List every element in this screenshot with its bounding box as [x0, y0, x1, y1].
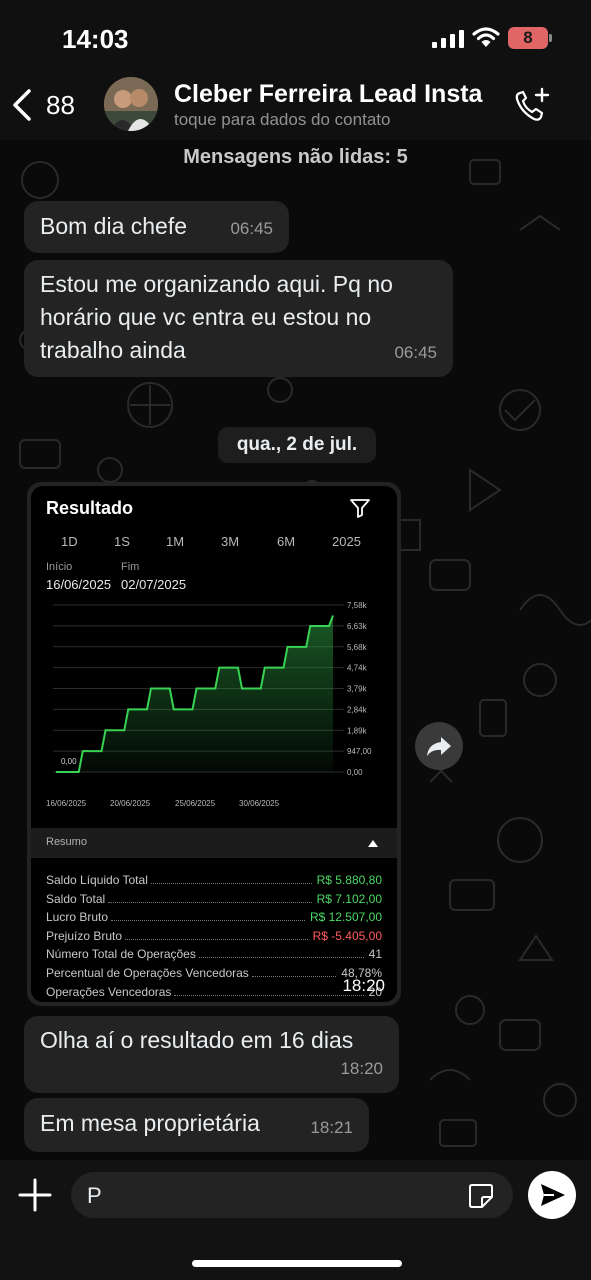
chart-y-tick-label: 7,58k: [347, 601, 368, 610]
chart-x-tick-label: 16/06/2025: [46, 799, 87, 808]
chart-y-tick-label: 3,79k: [347, 685, 368, 694]
message-text: Estou me organizando aqui. Pq no horário…: [40, 271, 393, 363]
message-time: 06:45: [394, 343, 437, 362]
caret-up-icon: [368, 840, 378, 847]
unread-chats-count[interactable]: 88: [46, 90, 75, 121]
battery-cap: [549, 34, 552, 42]
message-input[interactable]: P: [71, 1172, 513, 1218]
chart-start-annotation: 0,00: [61, 757, 77, 766]
period-1m: 1M: [166, 534, 185, 549]
summary-row-label: Número Total de Operações: [46, 947, 196, 962]
summary-row-leader: [252, 976, 336, 977]
back-chevron-icon[interactable]: [10, 88, 34, 122]
message-text: Olha aí o resultado em 16 dias: [40, 1027, 354, 1053]
chart-y-tick-label: 5,68k: [347, 643, 368, 652]
contact-name[interactable]: Cleber Ferreira Lead Insta: [174, 80, 482, 109]
message-bubble[interactable]: Em mesa proprietária 18:21: [24, 1098, 369, 1152]
avatar[interactable]: [104, 77, 158, 131]
summary-row-label: Saldo Líquido Total: [46, 873, 148, 887]
chart-x-tick-label: 25/06/2025: [175, 799, 216, 808]
clock: 14:03: [62, 24, 129, 54]
summary-row-value: 41: [368, 947, 382, 962]
summary-header[interactable]: Resumo: [31, 828, 397, 858]
message-time: 18:20: [340, 1059, 383, 1078]
period-2025: 2025: [332, 534, 361, 549]
chart-y-tick-label: 947,00: [347, 747, 372, 756]
summary-row-value: R$ 12.507,00: [309, 910, 382, 925]
period-1d: 1D: [61, 534, 78, 549]
start-label: Início: [46, 561, 73, 573]
unread-messages-divider: Mensagens não lidas: 5: [183, 146, 408, 168]
balance-chart: 7,58k 6,63k 5,68k 4,74k 3,79k 2,84k 1,89k 947,0…: [46, 601, 372, 808]
message-input-value: P: [87, 1183, 102, 1208]
result-title: Resultado: [46, 498, 134, 518]
send-icon: [541, 1184, 565, 1206]
summary-row: Saldo Líquido Total R$ 5.880,80: [46, 873, 382, 891]
contact-subtitle[interactable]: toque para dados do contato: [174, 110, 390, 130]
chart-y-tick-label: 6,63k: [347, 622, 368, 631]
summary-row: Prejuízo Bruto R$ -5.405,00: [46, 929, 382, 947]
summary-row-label: Lucro Bruto: [46, 910, 109, 925]
period-6m: 6M: [277, 534, 296, 549]
summary-row-leader: [108, 901, 312, 903]
forward-button[interactable]: [415, 722, 463, 770]
attach-plus-icon[interactable]: [18, 1178, 52, 1212]
summary-row-leader: [111, 920, 305, 922]
chart-y-tick-label: 4,74k: [347, 664, 368, 673]
avatar-photo: [104, 77, 158, 131]
forward-icon: [427, 737, 451, 756]
send-button[interactable]: [528, 1171, 576, 1219]
period-3m: 3M: [221, 534, 240, 549]
end-date: 02/07/2025: [121, 577, 187, 592]
chart-y-tick-label: 2,84k: [347, 705, 368, 714]
result-screenshot[interactable]: Resultado 1D 1S 1M 3M 6M 2025 Início 16/…: [31, 486, 397, 1002]
summary-row-leader: [174, 994, 364, 996]
status-bar: 14:03 8: [0, 0, 591, 78]
summary-row: Saldo Total R$ 7.102,00: [46, 892, 382, 910]
add-call-icon[interactable]: [512, 86, 552, 124]
chart-x-tick-label: 30/06/2025: [239, 799, 280, 808]
summary-row-leader: [125, 938, 308, 940]
summary-row-value: R$ -5.405,00: [312, 928, 382, 943]
chart-x-tick-label: 20/06/2025: [110, 799, 151, 808]
message-text: Em mesa proprietária: [40, 1110, 260, 1136]
filter-icon: [350, 499, 370, 518]
home-indicator: [192, 1260, 402, 1267]
message-bubble[interactable]: Estou me organizando aqui. Pq no horário…: [24, 260, 453, 377]
summary-row-leader: [199, 957, 364, 959]
message-time: 06:45: [230, 219, 273, 238]
message-composer: P: [0, 1160, 591, 1280]
chat-header: 88 Cleber Ferreira Lead Insta toque para…: [0, 70, 591, 140]
message-bubble[interactable]: Olha aí o resultado em 16 dias 18:20: [24, 1016, 399, 1093]
image-message[interactable]: Resultado 1D 1S 1M 3M 6M 2025 Início 16/…: [27, 482, 401, 1006]
date-divider: qua., 2 de jul.: [218, 427, 376, 463]
battery-indicator: 8: [508, 27, 548, 49]
end-label: Fim: [121, 561, 140, 573]
summary-row-label: Percentual de Operações Vencedoras: [46, 966, 249, 980]
message-text: Bom dia chefe: [40, 213, 188, 239]
summary-row-value: R$ 7.102,00: [316, 891, 382, 906]
chart-y-tick-label: 1,89k: [347, 726, 368, 735]
chart-y-tick-label: 0,00: [347, 768, 363, 777]
summary-row-value: R$ 5.880,80: [316, 873, 382, 887]
summary-row: Percentual de Operações Vencedoras 48,78%: [46, 966, 382, 984]
summary-row: Lucro Bruto R$ 12.507,00: [46, 910, 382, 928]
message-bubble[interactable]: Bom dia chefe 06:45: [24, 201, 289, 253]
image-time: 18:20: [342, 976, 385, 995]
summary-row: Operações Vencedoras 20: [46, 985, 382, 1002]
signal-icon: [432, 30, 464, 48]
message-time: 18:21: [310, 1118, 353, 1137]
period-1s: 1S: [114, 534, 130, 549]
summary-row-label: Prejuízo Bruto: [46, 928, 123, 943]
chat-area[interactable]: Mensagens não lidas: 5 Bom dia chefe 06:…: [0, 140, 591, 1160]
summary-label: Resumo: [46, 836, 87, 848]
summary-row: Número Total de Operações 41: [46, 947, 382, 965]
summary-row-leader: [151, 883, 312, 884]
start-date: 16/06/2025: [46, 577, 112, 592]
summary-row-label: Operações Vencedoras: [46, 984, 172, 999]
wifi-icon: [472, 27, 500, 47]
summary-row-label: Saldo Total: [46, 891, 106, 906]
sticker-icon[interactable]: [467, 1182, 495, 1210]
